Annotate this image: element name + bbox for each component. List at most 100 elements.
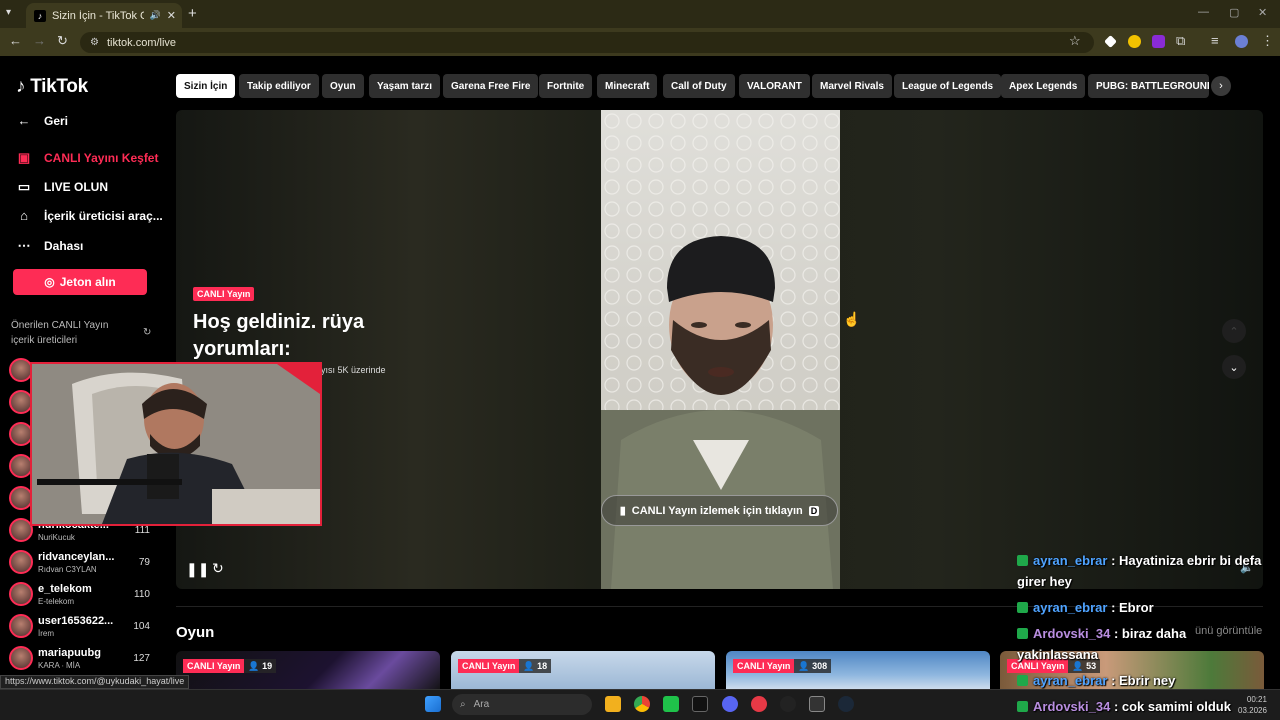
live-card[interactable]: CANLI Yayın 👤 18 xyxy=(451,651,715,691)
reading-list-icon[interactable]: ≡ xyxy=(1211,33,1219,48)
live-badge: CANLI Yayın xyxy=(193,287,255,301)
tiktok-note-icon: ♪ xyxy=(16,76,26,97)
get-coins-button[interactable]: ◎ Jeton alın xyxy=(13,269,147,295)
maximize-icon[interactable]: ▢ xyxy=(1229,6,1239,19)
tab-minecraft[interactable]: Minecraft xyxy=(597,74,658,98)
tab-title: Sizin İçin - TikTok CANLI Yayın xyxy=(52,9,144,22)
live-card[interactable]: CANLI Yayın 👤 308 xyxy=(726,651,990,691)
tab-free-fire[interactable]: Garena Free Fire xyxy=(443,74,539,98)
creator-name: user1653622... xyxy=(38,615,114,627)
nav-go-live[interactable]: ▭ LIVE OLUN xyxy=(16,179,108,195)
creator-item[interactable]: e_telekom E-telekom 110 xyxy=(9,580,161,610)
chat-badge-icon xyxy=(1017,628,1028,639)
chevron-down-icon[interactable]: ⌄ xyxy=(1222,355,1246,379)
tradingview-icon[interactable] xyxy=(692,696,708,712)
watch-live-label: CANLI Yayın izlemek için tıklayın xyxy=(631,504,803,517)
viewer-count: 127 xyxy=(133,653,150,664)
file-explorer-icon[interactable] xyxy=(605,696,621,712)
chat-user: ayran_ebrar xyxy=(1033,553,1108,568)
nav-label: İçerik üreticisi araç... xyxy=(44,208,163,223)
tab-gaming[interactable]: Oyun xyxy=(322,74,364,98)
card-badge: CANLI Yayın 👤 18 xyxy=(458,659,552,673)
tab-lifestyle[interactable]: Yaşam tarzı xyxy=(369,74,441,98)
tab-search-icon[interactable]: ▾ xyxy=(6,7,11,18)
chat-user: ayran_ebrar xyxy=(1033,673,1108,688)
arrow-left-icon: ← xyxy=(17,113,31,128)
minimize-icon[interactable]: — xyxy=(1198,6,1209,18)
back-icon[interactable]: ← xyxy=(9,33,22,48)
webcam-image xyxy=(32,364,320,524)
green-app-icon[interactable] xyxy=(663,696,679,712)
discord-icon[interactable] xyxy=(722,696,738,712)
nav-more[interactable]: ⋯ Dahası xyxy=(16,238,84,254)
avatar xyxy=(9,550,33,574)
creator-tools-icon: ⌂ xyxy=(20,208,28,223)
tab-league-of-legends[interactable]: League of Legends xyxy=(894,74,1002,98)
nav-creator-tools[interactable]: ⌂ İçerik üreticisi araç... xyxy=(16,208,163,223)
coin-icon: ◎ xyxy=(44,275,55,289)
webcam-overlay xyxy=(30,362,322,526)
epic-games-icon[interactable] xyxy=(809,696,825,712)
nav-label: LIVE OLUN xyxy=(44,180,109,194)
avatar xyxy=(9,582,33,606)
creator-nickname: E-telekom xyxy=(38,597,75,606)
chevron-up-icon[interactable]: ⌃ xyxy=(1222,319,1246,343)
creator-name: mariapuubg xyxy=(38,647,101,659)
tab-close-icon[interactable]: ✕ xyxy=(167,9,176,22)
tab-apex-legends[interactable]: Apex Legends xyxy=(1001,74,1086,98)
tab-for-you[interactable]: Sizin İçin xyxy=(176,74,236,98)
refresh-player-icon[interactable]: ↻ xyxy=(212,560,224,577)
card-viewers: 👤 19 xyxy=(244,659,277,673)
close-window-icon[interactable]: ✕ xyxy=(1258,6,1267,19)
card-viewers: 👤 18 xyxy=(519,659,552,673)
bookmark-star-icon[interactable]: ☆ xyxy=(1069,33,1081,49)
browser-tab[interactable]: ♪ Sizin İçin - TikTok CANLI Yayın 🔊 ✕ xyxy=(26,3,182,28)
extension-purple-icon[interactable] xyxy=(1152,35,1165,48)
obs-icon[interactable] xyxy=(780,696,796,712)
forward-icon[interactable]: → xyxy=(33,33,46,48)
chat-badge-icon xyxy=(1017,675,1028,686)
taskbar-search[interactable]: ⌕ Ara xyxy=(452,694,592,715)
browser-menu-icon[interactable]: ⋮ xyxy=(1261,33,1274,49)
nav-explore-live[interactable]: ▣ CANLI Yayını Keşfet xyxy=(16,150,159,166)
tab-following[interactable]: Takip ediliyor xyxy=(239,74,319,98)
video-camera-icon: ▭ xyxy=(17,179,31,194)
extensions-puzzle-icon[interactable]: ⧉ xyxy=(1176,33,1185,49)
reload-icon[interactable]: ↻ xyxy=(57,33,68,49)
tab-marvel-rivals[interactable]: Marvel Rivals xyxy=(812,74,892,98)
refresh-icon[interactable]: ↻ xyxy=(143,327,151,338)
live-title: Hoş geldiniz. rüya yorumları: xyxy=(193,311,365,360)
back-link[interactable]: ← Geri xyxy=(16,113,69,128)
tab-call-of-duty[interactable]: Call of Duty xyxy=(663,74,735,98)
taskbar-search-label: Ara xyxy=(473,699,490,710)
person-icon: 👤 xyxy=(248,660,260,671)
windows-start-icon[interactable] xyxy=(425,696,441,712)
new-tab-icon[interactable]: + xyxy=(188,5,197,22)
chevron-right-icon[interactable]: › xyxy=(1211,76,1231,96)
address-bar[interactable]: ⚙ tiktok.com/live xyxy=(80,32,1094,53)
live-card[interactable]: CANLI Yayın 👤 19 xyxy=(176,651,440,691)
site-info-icon[interactable]: ⚙ xyxy=(90,37,99,48)
tab-valorant[interactable]: VALORANT xyxy=(739,74,810,98)
tab-fortnite[interactable]: Fortnite xyxy=(539,74,593,98)
profile-avatar-icon[interactable] xyxy=(1235,35,1248,48)
bar-chart-icon: ▮ xyxy=(619,505,626,517)
chat-badge-icon xyxy=(1017,602,1028,613)
creator-item[interactable]: user1653622... İrem 104 xyxy=(9,612,161,642)
person-icon: 👤 xyxy=(798,660,810,671)
extension-yellow-icon[interactable] xyxy=(1128,35,1141,48)
creator-item[interactable]: ridvanceylan... Rıdvan C3YLAN 79 xyxy=(9,548,161,578)
chat-text: Ebror xyxy=(1119,600,1154,615)
media-player-icon[interactable] xyxy=(751,696,767,712)
hand-cursor-icon: ☝ xyxy=(843,311,861,327)
pause-icon[interactable]: ❚❚ xyxy=(186,561,209,578)
watch-live-button[interactable]: ▮ CANLI Yayın izlemek için tıklayın D xyxy=(601,495,838,526)
steam-icon[interactable] xyxy=(838,696,854,712)
tiktok-logo[interactable]: ♪ TikTok xyxy=(16,76,88,98)
chat-text: Ebrir ney xyxy=(1119,673,1176,688)
tab-audio-icon[interactable]: 🔊 xyxy=(150,10,161,21)
tab-pubg[interactable]: PUBG: BATTLEGROUNDS xyxy=(1088,74,1209,98)
chrome-icon[interactable] xyxy=(634,696,650,712)
creator-name: e_telekom xyxy=(38,583,92,595)
creator-item[interactable]: mariapuubg KARA ∙ MİA 127 xyxy=(9,644,161,674)
